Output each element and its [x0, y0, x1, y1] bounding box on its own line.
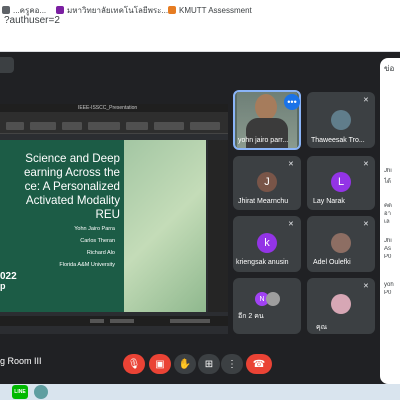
mic-off-icon: ✕ — [363, 97, 369, 104]
participant-name: Adel Oulefki — [313, 259, 351, 266]
mic-off-icon: ✕ — [288, 221, 294, 228]
ppt-window-title: IEEE-ISSCC_Presentation — [78, 105, 138, 111]
slide-author: Carlos Theran — [80, 238, 115, 244]
ribbon-group — [6, 122, 24, 130]
status-item — [90, 319, 104, 323]
side-panel-header: ข่อ — [384, 64, 395, 73]
participant-avatar: k — [257, 233, 277, 253]
chat-line: P0 — [384, 290, 392, 296]
chat-line: ได้ — [384, 179, 391, 185]
ribbon-group — [190, 122, 220, 130]
chat-line: yoh — [384, 282, 394, 288]
bookmark-icon — [2, 6, 10, 14]
participant-name: คุณ — [316, 324, 328, 331]
ribbon-group — [126, 122, 148, 130]
slide-image — [124, 140, 206, 312]
slide-author: Richard Alo — [86, 250, 115, 256]
leave-call-button[interactable]: ☎ — [246, 354, 272, 374]
raise-hand-button[interactable]: ✋ — [174, 354, 196, 374]
app-icon[interactable] — [34, 385, 48, 399]
hangup-icon: ☎ — [252, 358, 266, 370]
bookmark-item[interactable]: มหาวิทยาลัยเทคโนโลยีพระ... — [56, 3, 168, 17]
slide-author: Yohn Jairo Parra — [74, 226, 115, 232]
participant-name: Lay Narak — [313, 198, 345, 205]
ribbon-group — [62, 122, 82, 130]
chat-line: P0 — [384, 254, 392, 260]
chat-line: เล — [384, 219, 390, 225]
ppt-side-panel — [208, 140, 228, 312]
status-item — [110, 319, 134, 323]
slide-fragment: p — [0, 281, 6, 291]
side-toggle-button[interactable] — [0, 57, 14, 73]
participant-tile-others[interactable] — [233, 278, 301, 334]
participant-name: Jhirat Mearnchu — [238, 198, 289, 205]
slide-title: Science and Deep earning Across the ce: … — [23, 152, 120, 221]
participant-name: อีก 2 คน — [238, 313, 264, 320]
more-icon: ⋮ — [227, 358, 237, 370]
meet-top-band — [0, 52, 400, 78]
meeting-name: g Room III — [0, 356, 42, 366]
mic-off-icon: ✕ — [288, 161, 294, 168]
present-button[interactable]: ⊞ — [198, 354, 220, 374]
chat-line: Jhi — [384, 238, 392, 244]
camera-off-icon: ▣ — [155, 358, 165, 370]
participant-head — [255, 94, 277, 120]
zoom-slider — [170, 319, 210, 323]
mic-off-icon: ✕ — [363, 283, 369, 290]
hand-icon: ✋ — [178, 358, 192, 370]
participant-photo — [266, 292, 280, 306]
bookmark-icon — [168, 6, 176, 14]
more-options-button[interactable]: ⋮ — [221, 354, 243, 374]
bookmark-item[interactable]: KMUTT Assessment — [168, 3, 252, 17]
ribbon-group — [88, 122, 120, 130]
ribbon-group — [154, 122, 184, 130]
present-icon: ⊞ — [204, 358, 214, 370]
participant-name: Thaweesak Tro... — [311, 137, 365, 144]
bookmark-icon — [56, 6, 64, 14]
bookmark-item[interactable]: ...ครูคอ... — [2, 3, 46, 17]
participant-photo — [331, 110, 351, 130]
mic-toggle-button[interactable]: 🎙 — [123, 354, 145, 374]
ribbon-group — [30, 122, 56, 130]
participant-avatar: J — [257, 172, 277, 192]
participant-avatar: L — [331, 172, 351, 192]
chat-line: As — [384, 246, 392, 252]
taskbar — [0, 384, 400, 400]
mic-off-icon: 🎙 — [127, 358, 141, 370]
camera-toggle-button[interactable]: ▣ — [149, 354, 171, 374]
participant-photo — [331, 233, 351, 253]
participant-photo — [331, 294, 351, 314]
participant-name: kriengsak anusin — [236, 259, 289, 266]
participant-name: yohn jairo parr... — [238, 137, 289, 144]
slide-affiliation: Florida A&M University — [59, 262, 115, 268]
mic-off-icon: ✕ — [363, 221, 369, 228]
chat-line: Jhi — [384, 168, 392, 174]
line-app-icon[interactable]: LINE — [12, 385, 28, 399]
speaking-indicator-icon: ••• — [284, 94, 300, 110]
bookmarks-bar — [0, 32, 400, 52]
mic-off-icon: ✕ — [363, 161, 369, 168]
